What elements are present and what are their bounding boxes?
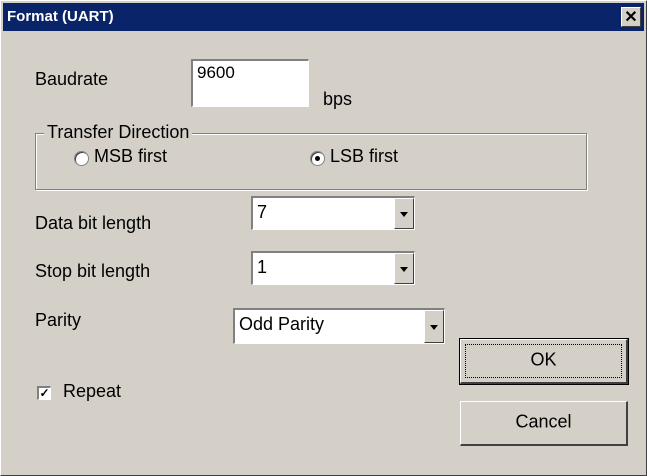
data-bit-length-select[interactable]: 7 (251, 196, 415, 230)
lsb-first-label: LSB first (330, 146, 399, 166)
check-icon: ✓ (39, 386, 50, 400)
parity-label: Parity (35, 310, 82, 330)
close-icon: ✕ (624, 9, 638, 26)
repeat-checkbox[interactable]: ✓ (37, 386, 51, 400)
transfer-direction-group: Transfer Direction MSB first LSB first (35, 122, 587, 190)
cancel-button-label: Cancel (515, 411, 572, 432)
chevron-down-icon[interactable] (394, 198, 414, 229)
lsb-first-radio[interactable] (310, 151, 325, 166)
ok-button-label: OK (530, 349, 557, 370)
repeat-label: Repeat (63, 381, 122, 401)
close-button[interactable]: ✕ (621, 7, 641, 27)
chevron-down-icon[interactable] (394, 253, 414, 284)
stop-bit-length-label: Stop bit length (35, 261, 151, 281)
stop-bit-length-select[interactable]: 1 (251, 251, 415, 285)
baudrate-unit: bps (323, 89, 353, 109)
format-uart-dialog: Format (UART) ✕ Baudrate 9600 bps Transf… (0, 0, 647, 476)
parity-value: Odd Parity (239, 314, 325, 334)
window-title: Format (UART) (7, 8, 114, 25)
baudrate-label: Baudrate (35, 69, 109, 89)
baudrate-value: 9600 (197, 63, 235, 82)
title-bar[interactable]: Format (UART) ✕ (3, 3, 644, 31)
data-bit-length-value: 7 (257, 202, 268, 222)
parity-select[interactable]: Odd Parity (233, 308, 445, 344)
stop-bit-length-value: 1 (257, 257, 268, 277)
cancel-button[interactable]: Cancel (460, 401, 628, 446)
ok-button[interactable]: OK (459, 338, 629, 385)
transfer-direction-title: Transfer Direction (44, 122, 193, 143)
msb-first-label: MSB first (94, 146, 168, 166)
msb-first-radio[interactable] (74, 151, 89, 166)
chevron-down-icon[interactable] (424, 310, 444, 343)
baudrate-input[interactable]: 9600 (191, 59, 309, 107)
data-bit-length-label: Data bit length (35, 213, 152, 233)
